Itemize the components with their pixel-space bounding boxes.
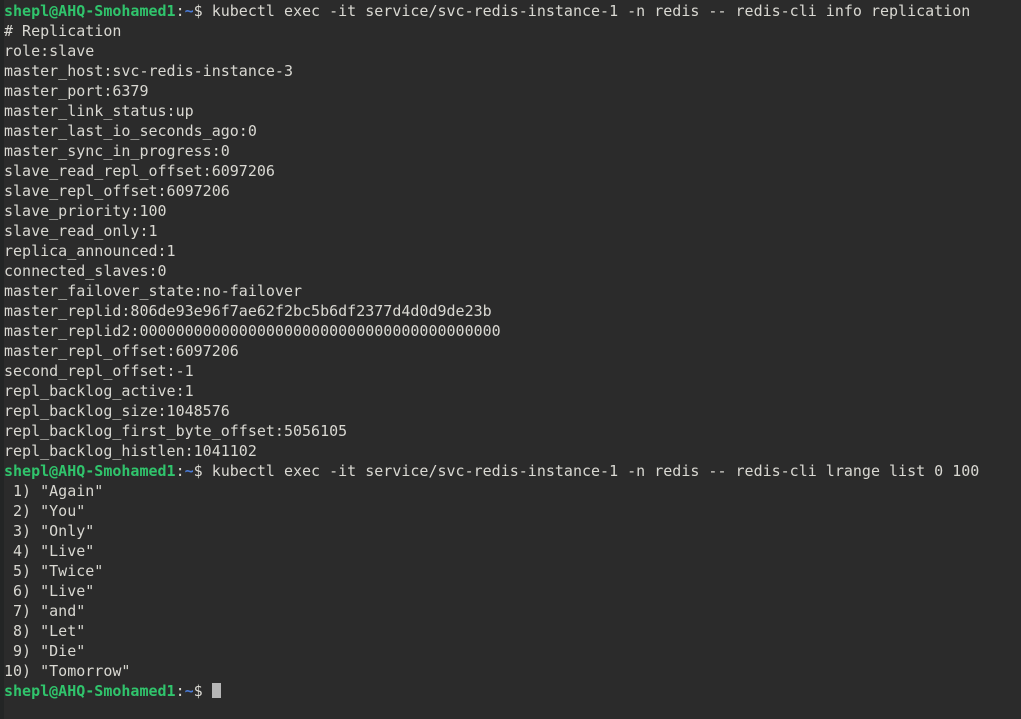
prompt-sigil: $	[193, 462, 203, 480]
terminal-output-line: replica_announced:1	[4, 242, 176, 260]
terminal-output-line: slave_repl_offset:6097206	[4, 182, 230, 200]
terminal-output-line: slave_read_repl_offset:6097206	[4, 162, 275, 180]
terminal-output-line: master_host:svc-redis-instance-3	[4, 62, 293, 80]
terminal-output-line: 10) "Tomorrow"	[4, 662, 131, 680]
terminal-window[interactable]: shepl@AHQ-Smohamed1:~$ kubectl exec -it …	[0, 0, 1021, 719]
prompt-sigil: $	[193, 682, 203, 700]
terminal-output-line: 4) "Live"	[4, 542, 95, 560]
prompt-sigil: $	[193, 2, 203, 20]
prompt-separator: :	[175, 2, 185, 20]
terminal-output-line: master_repl_offset:6097206	[4, 342, 239, 360]
terminal-output-line: 1) "Again"	[4, 482, 104, 500]
terminal-command-line: shepl@AHQ-Smohamed1:~$ kubectl exec -it …	[4, 1, 1021, 21]
terminal-output-line: 7) "and"	[4, 602, 86, 620]
terminal-output-line: role:slave	[4, 42, 95, 60]
prompt-separator: :	[175, 462, 185, 480]
prompt-path: ~	[184, 2, 194, 20]
terminal-output-line: master_port:6379	[4, 82, 149, 100]
prompt-user-host: shepl@AHQ-Smohamed1	[4, 682, 176, 700]
prompt-path: ~	[184, 462, 194, 480]
terminal-output-line: 2) "You"	[4, 502, 86, 520]
terminal-output-line: slave_priority:100	[4, 202, 167, 220]
terminal-screen[interactable]: shepl@AHQ-Smohamed1:~$ kubectl exec -it …	[4, 1, 1021, 719]
terminal-output-line: second_repl_offset:-1	[4, 362, 194, 380]
terminal-active-prompt-line[interactable]: shepl@AHQ-Smohamed1:~$	[4, 681, 1021, 701]
terminal-output-line: 6) "Live"	[4, 582, 95, 600]
terminal-cursor	[211, 683, 221, 698]
terminal-output-line: 3) "Only"	[4, 522, 95, 540]
prompt-path: ~	[184, 682, 194, 700]
terminal-output-line: 5) "Twice"	[4, 562, 104, 580]
terminal-output-line: repl_backlog_first_byte_offset:5056105	[4, 422, 348, 440]
terminal-output-line: master_sync_in_progress:0	[4, 142, 230, 160]
terminal-output-line: 8) "Let"	[4, 622, 86, 640]
terminal-output-line: repl_backlog_active:1	[4, 382, 194, 400]
terminal-output-line: repl_backlog_size:1048576	[4, 402, 230, 420]
terminal-command-text: kubectl exec -it service/svc-redis-insta…	[202, 462, 980, 480]
prompt-separator: :	[175, 682, 185, 700]
terminal-output-line: master_link_status:up	[4, 102, 194, 120]
prompt-user-host: shepl@AHQ-Smohamed1	[4, 462, 176, 480]
terminal-command-text: kubectl exec -it service/svc-redis-insta…	[202, 2, 971, 20]
terminal-output-line: slave_read_only:1	[4, 222, 158, 240]
terminal-output-line: # Replication	[4, 22, 122, 40]
prompt-user-host: shepl@AHQ-Smohamed1	[4, 2, 176, 20]
terminal-output-line: repl_backlog_histlen:1041102	[4, 442, 257, 460]
terminal-output-line: master_failover_state:no-failover	[4, 282, 303, 300]
terminal-output-line: master_last_io_seconds_ago:0	[4, 122, 257, 140]
terminal-output-line: master_replid2:0000000000000000000000000…	[4, 322, 501, 340]
terminal-output-line: 9) "Die"	[4, 642, 86, 660]
terminal-output-line: connected_slaves:0	[4, 262, 167, 280]
terminal-command-line: shepl@AHQ-Smohamed1:~$ kubectl exec -it …	[4, 461, 1021, 481]
terminal-output-line: master_replid:806de93e96f7ae62f2bc5b6df2…	[4, 302, 492, 320]
